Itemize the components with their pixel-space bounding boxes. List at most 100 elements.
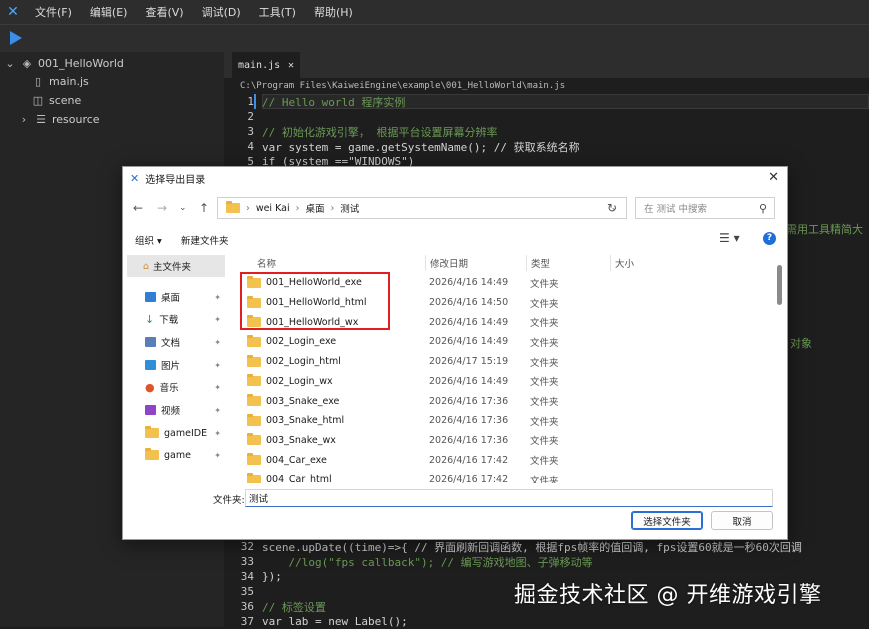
file-name: 002_Login_exe: [266, 336, 337, 348]
view-options-icon[interactable]: ☰ ▾: [719, 231, 740, 245]
menu-help[interactable]: 帮助(H): [305, 4, 362, 20]
project-root[interactable]: ⌄ ◈ 001_HelloWorld: [4, 54, 124, 72]
file-type: 文件夹: [530, 298, 559, 310]
organize-button[interactable]: 组织 ▾: [135, 233, 162, 247]
search-icon[interactable]: ⚲: [759, 202, 767, 215]
code-text: var system = game.getSystemName(); // 获取…: [262, 140, 580, 154]
address-bar[interactable]: › wei Kai › 桌面 › 测试 ⌄: [217, 197, 627, 219]
pin-icon[interactable]: ✦: [214, 338, 221, 347]
tab-main-js[interactable]: main.js ✕: [232, 52, 300, 78]
column-separator[interactable]: [526, 255, 527, 271]
breadcrumb-item[interactable]: wei Kai: [256, 203, 290, 214]
back-arrow-icon[interactable]: ←: [133, 201, 143, 215]
menu-edit[interactable]: 编辑(E): [81, 4, 137, 20]
search-input[interactable]: 在 测试 中搜索 ⚲: [635, 197, 775, 219]
nav-item-game[interactable]: game ✦: [123, 445, 229, 465]
music-icon: ●: [145, 380, 155, 394]
file-path: C:\Program Files\KaiweiEngine\example\00…: [224, 78, 869, 94]
column-header-type[interactable]: 类型: [531, 253, 550, 273]
nav-item-label: 桌面: [161, 293, 181, 304]
nav-item-gameide[interactable]: gameIDE ✦: [123, 423, 229, 443]
nav-item-downloads[interactable]: ↓ 下载 ✦: [123, 309, 229, 329]
nav-item-label: 主文件夹: [153, 262, 192, 273]
list-item[interactable]: 002_Login_html 2026/4/17 15:19 文件夹: [239, 352, 769, 372]
close-icon[interactable]: ✕: [288, 60, 294, 71]
tree-item-main-js[interactable]: ▯ main.js: [32, 72, 89, 90]
file-name-cell: 003_Snake_exe: [247, 394, 339, 407]
chevron-right-icon: ›: [330, 202, 335, 214]
nav-item-label: 视频: [161, 406, 181, 417]
folder-icon: [247, 374, 261, 387]
select-folder-button[interactable]: 选择文件夹: [631, 511, 703, 530]
help-icon[interactable]: ?: [763, 232, 776, 245]
file-date: 2026/4/16 17:36: [429, 434, 509, 446]
sort-arrow-icon: ^: [336, 253, 343, 257]
search-placeholder: 在 测试 中搜索: [644, 204, 708, 215]
list-item[interactable]: 002_Login_exe 2026/4/16 14:49 文件夹: [239, 332, 769, 352]
folder-name-value: 测试: [249, 494, 269, 505]
list-item[interactable]: 004_Car_exe 2026/4/16 17:42 文件夹: [239, 450, 769, 470]
line-number: 33: [240, 555, 254, 568]
code-text: var lab = new Label();: [262, 615, 408, 628]
tree-item-scene[interactable]: ◫ scene: [32, 91, 82, 109]
nav-item-desktop[interactable]: 桌面 ✦: [123, 287, 229, 307]
breadcrumb-item[interactable]: 测试: [340, 201, 359, 215]
list-item[interactable]: 003_Snake_exe 2026/4/16 17:36 文件夹: [239, 391, 769, 411]
refresh-icon[interactable]: ↻: [607, 201, 617, 215]
file-type: 文件夹: [530, 436, 559, 448]
pin-icon[interactable]: ✦: [214, 383, 221, 392]
pin-icon[interactable]: ✦: [214, 406, 221, 415]
line-number: 32: [240, 540, 254, 553]
column-header-size[interactable]: 大小: [615, 253, 634, 273]
scrollbar[interactable]: [777, 265, 782, 305]
nav-item-music[interactable]: ● 音乐 ✦: [123, 377, 229, 397]
menu-file[interactable]: 文件(F): [26, 4, 81, 20]
column-separator[interactable]: [610, 255, 611, 271]
list-item[interactable]: 003_Snake_html 2026/4/16 17:36 文件夹: [239, 411, 769, 431]
file-date: 2026/4/16 14:49: [429, 316, 509, 328]
line-number: 3: [247, 125, 254, 138]
folder-name-input[interactable]: 测试: [245, 489, 773, 507]
chevron-down-icon[interactable]: ⌄: [4, 57, 16, 70]
pin-icon[interactable]: ✦: [214, 429, 221, 438]
list-item[interactable]: 003_Snake_wx 2026/4/16 17:36 文件夹: [239, 431, 769, 451]
column-separator[interactable]: [425, 255, 426, 271]
nav-item-documents[interactable]: 文档 ✦: [123, 332, 229, 352]
pin-icon[interactable]: ✦: [214, 361, 221, 370]
navigation-pane: ⌂ 主文件夹 桌面 ✦ ↓ 下载 ✦ 文档 ✦ 图片 ✦ ● 音乐 ✦ 视频 ✦…: [123, 253, 229, 483]
list-item[interactable]: 004_Car_html 2026/4/16 17:42 文件夹: [239, 470, 769, 483]
breadcrumb-item[interactable]: 桌面: [305, 201, 324, 215]
chevron-down-icon[interactable]: ⌄: [179, 203, 187, 213]
column-header-name[interactable]: 名称: [257, 253, 276, 273]
up-arrow-icon[interactable]: ↑: [199, 201, 209, 215]
file-name-cell: 003_Snake_html: [247, 413, 345, 427]
file-date: 2026/4/16 17:42: [429, 454, 509, 466]
folder-icon: [247, 354, 261, 367]
list-item[interactable]: 002_Login_wx 2026/4/16 14:49 文件夹: [239, 372, 769, 392]
close-icon[interactable]: ✕: [768, 170, 779, 185]
file-date: 2026/4/16 14:49: [429, 277, 509, 289]
code-line: 35: [224, 584, 262, 599]
nav-item-home[interactable]: ⌂ 主文件夹: [127, 255, 225, 277]
menu-debug[interactable]: 调试(D): [193, 4, 250, 20]
forward-arrow-icon[interactable]: →: [157, 201, 167, 215]
menu-tools[interactable]: 工具(T): [250, 4, 305, 20]
column-header-date[interactable]: 修改日期: [430, 253, 468, 273]
menu-view[interactable]: 查看(V): [136, 4, 192, 20]
nav-item-pictures[interactable]: 图片 ✦: [123, 355, 229, 375]
cube-icon: ◈: [22, 56, 32, 70]
toolbar: [0, 24, 869, 52]
pin-icon[interactable]: ✦: [214, 315, 221, 324]
tree-item-label: main.js: [49, 74, 89, 88]
picture-icon: [145, 360, 156, 370]
new-folder-button[interactable]: 新建文件夹: [181, 233, 229, 247]
cancel-button[interactable]: 取消: [711, 511, 773, 530]
file-name-cell: 003_Snake_wx: [247, 433, 336, 446]
run-icon[interactable]: [10, 31, 22, 45]
pin-icon[interactable]: ✦: [214, 293, 221, 302]
nav-item-videos[interactable]: 视频 ✦: [123, 400, 229, 420]
file-name: 003_Snake_html: [266, 415, 345, 427]
pin-icon[interactable]: ✦: [214, 451, 221, 460]
chevron-right-icon[interactable]: ›: [18, 113, 30, 126]
tree-item-resource[interactable]: › ☰ resource: [18, 110, 100, 128]
